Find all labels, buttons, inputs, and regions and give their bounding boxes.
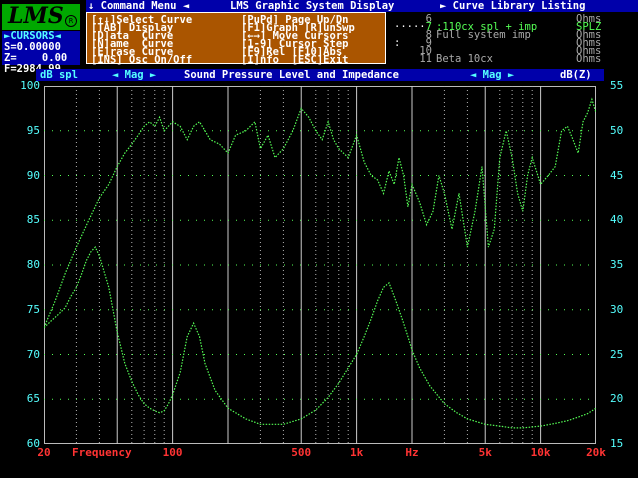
plot-frame [44,86,596,444]
y2-tick-label: 15 [610,437,624,450]
spl-trace [44,97,596,328]
cmd-info-exit[interactable]: [I]nfo [ESC]Exit [241,55,348,66]
cursors-title: ►CURSORS◄ [4,30,61,42]
y2-tick-label: 25 [610,347,624,361]
graph-title: Sound Pressure Level and Impedance [184,69,399,81]
curve-library-list: 6 Ohms ····· 7:110cx spl + imp SPLZ 8 Full sys… [392,14,638,64]
registered-mark-icon: R [65,15,77,27]
impedance-trace [44,246,596,429]
x-axis-title: Frequency [72,446,132,459]
curve-name: Full system imp [436,29,531,41]
x-tick-label: 20 [37,446,51,459]
y-tick-label: 100 [20,79,40,92]
spl-impedance-chart[interactable] [44,86,596,444]
logo-text: LMS [8,3,64,29]
y2-tick-label: 20 [610,392,624,406]
x-tick-label: 500 [291,446,312,459]
curve-unit: Ohms [576,53,602,65]
x-tick-label: 5k [478,446,492,459]
y2-tick-label: 35 [610,258,624,271]
y-tick-label: 75 [26,302,40,316]
x-tick-label: 100 [162,446,183,459]
curve-marker: : [394,37,401,49]
cmd-osc-toggle[interactable]: [INS] Osc On/Off [91,55,192,66]
command-menu-button[interactable]: ↓ Command Menu ◄ [88,1,189,12]
left-mag-selector[interactable]: ◄ Mag ► [112,70,156,81]
y2-tick-label: 45 [610,168,624,182]
y2-tick-label: 40 [610,213,624,227]
cursors-panel: ►CURSORS◄ S=0.00000 Z= 0.00 F=2984.99 [2,30,80,74]
y2-tick-label: 55 [610,79,624,92]
cursor-s-value: S=0.00000 [4,41,61,53]
x-tick-label: 20k [586,446,606,459]
curve-marker: ····· [394,21,426,33]
y2-tick-label: 30 [610,302,624,316]
y-tick-label: 95 [26,123,40,137]
curve-library-button[interactable]: ► Curve Library Listing [440,1,585,12]
x-tick-label: 1k [349,446,364,459]
curve-name: Beta 10cx [436,53,493,65]
menu-bar: ↓ Command Menu ◄ LMS Graphic System Disp… [86,0,638,12]
command-menu: [↑↓]Select Curve [TAB] Display [D]ata Cu… [86,12,386,66]
left-axis-unit: dB spl [40,69,78,81]
y2-tick-label: 50 [610,123,624,137]
y-tick-label: 85 [26,213,40,227]
right-axis-unit: dB(Z) [560,69,592,81]
curve-number: 11 [419,53,432,65]
y-tick-label: 90 [26,168,40,182]
y-tick-label: 65 [26,392,40,406]
app-title: LMS Graphic System Display [230,0,395,12]
lms-logo: LMS R [2,4,80,30]
right-mag-selector[interactable]: ◄ Mag ► [470,70,514,81]
y-tick-label: 80 [26,258,40,271]
cursor-z-value: Z= 0.00 [4,52,68,64]
x-axis-unit: Hz [405,446,419,459]
y-tick-label: 70 [26,347,40,361]
graph-title-bar: dB spl ◄ Mag ► Sound Pressure Level and … [36,69,604,81]
x-tick-label: 10k [530,446,551,459]
